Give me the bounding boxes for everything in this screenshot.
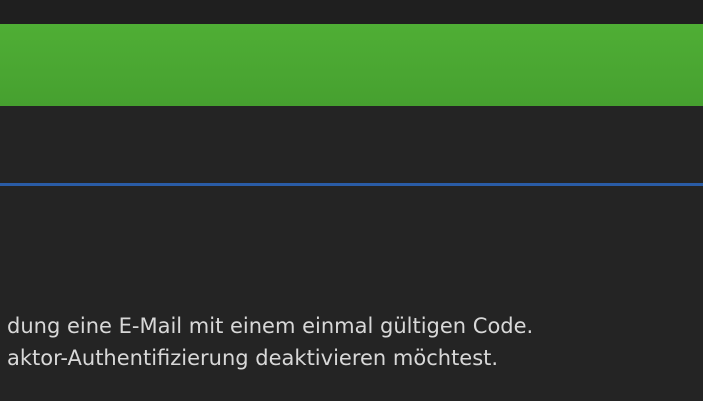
top-strip	[0, 0, 703, 24]
green-header-bar	[0, 24, 703, 106]
info-paragraph: dung eine E-Mail mit einem einmal gültig…	[7, 310, 697, 374]
dark-band	[0, 106, 703, 184]
info-line-1: dung eine E-Mail mit einem einmal gültig…	[7, 314, 534, 338]
info-line-2: aktor-Authentifizierung deaktivieren möc…	[7, 346, 499, 370]
